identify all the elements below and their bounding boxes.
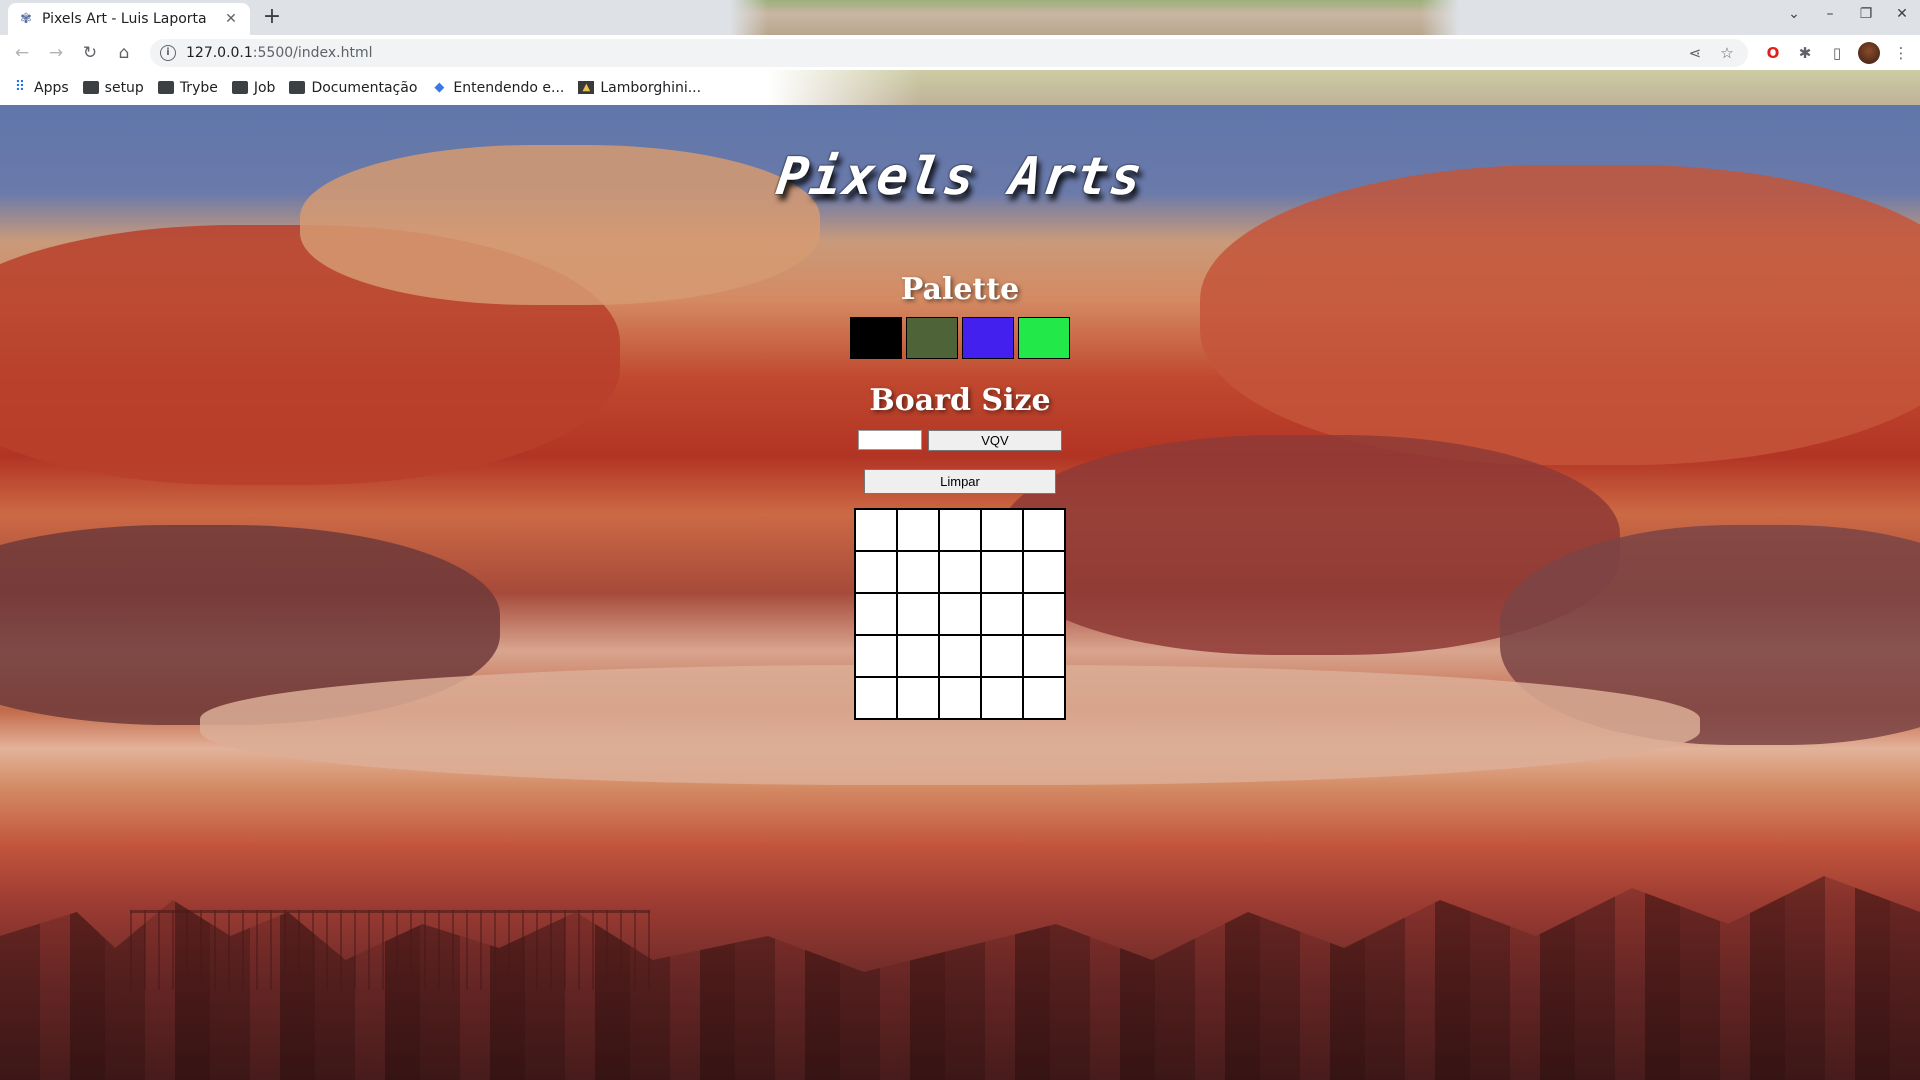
pixel-cell[interactable]	[1023, 634, 1065, 677]
back-icon[interactable]: ←	[8, 39, 36, 67]
share-icon[interactable]: ⋖	[1684, 44, 1706, 62]
profile-avatar[interactable]	[1858, 41, 1880, 64]
folder-icon	[82, 81, 99, 94]
pixel-cell[interactable]	[897, 508, 939, 551]
bookmark-label: Job	[253, 79, 276, 96]
side-panel-icon[interactable]: ▯	[1826, 42, 1848, 64]
palette-color-blue[interactable]	[962, 316, 1014, 359]
url-path: :5500/index.html	[252, 44, 373, 61]
pixel-cell[interactable]	[855, 508, 897, 551]
minimize-icon[interactable]: –	[1820, 6, 1840, 22]
pixel-cell[interactable]	[981, 592, 1023, 635]
pixel-cell[interactable]	[1023, 508, 1065, 551]
reload-icon[interactable]: ↻	[76, 39, 104, 67]
car-icon: ▲	[578, 81, 595, 94]
bookmark-trybe[interactable]: Trybe	[157, 79, 218, 96]
pixel-cell[interactable]	[855, 634, 897, 677]
window-controls: ⌄ – ❐ ✕	[1784, 6, 1912, 22]
new-tab-button[interactable]: +	[260, 6, 284, 30]
pixel-cell[interactable]	[897, 550, 939, 593]
pixel-cell[interactable]	[939, 634, 981, 677]
bookmark-entendendo[interactable]: ◆ Entendendo e...	[431, 80, 564, 96]
bookmark-setup[interactable]: setup	[82, 79, 144, 96]
palette-color-olive[interactable]	[906, 316, 958, 359]
tab-strip: ✾ Pixels Art - Luis Laporta ✕ + ⌄ – ❐ ✕	[0, 0, 1920, 35]
pixel-cell[interactable]	[939, 592, 981, 635]
close-tab-icon[interactable]: ✕	[222, 10, 240, 28]
pixel-cell[interactable]	[939, 508, 981, 551]
bookmark-label: Entendendo e...	[453, 79, 565, 96]
cube-icon: ◆	[434, 80, 445, 95]
folder-icon	[231, 81, 248, 94]
browser-tab-active[interactable]: ✾ Pixels Art - Luis Laporta ✕	[8, 3, 250, 35]
browser-toolbar: ← → ↻ ⌂ i 127.0.0.1:5500/index.html ⋖ ☆ …	[0, 35, 1920, 70]
color-palette	[850, 316, 1070, 359]
bookmark-lamborghini[interactable]: ▲ Lamborghini...	[578, 80, 701, 96]
forward-icon[interactable]: →	[42, 39, 70, 67]
bookmark-label: Lamborghini...	[600, 79, 702, 96]
browser-chrome: ✾ Pixels Art - Luis Laporta ✕ + ⌄ – ❐ ✕ …	[0, 0, 1920, 105]
url-text: 127.0.0.1:5500/index.html	[186, 45, 1674, 61]
tab-title: Pixels Art - Luis Laporta	[42, 11, 207, 27]
board-size-controls: VQV	[858, 429, 1062, 451]
generate-board-button[interactable]: VQV	[928, 429, 1062, 451]
palette-color-green[interactable]	[1018, 316, 1070, 359]
pixel-cell[interactable]	[1023, 550, 1065, 593]
bookmark-star-icon[interactable]: ☆	[1716, 44, 1738, 62]
bridge-silhouette	[130, 910, 650, 990]
bookmark-job[interactable]: Job	[231, 79, 276, 96]
opera-extension-icon[interactable]: O	[1762, 42, 1784, 64]
bookmark-label: setup	[104, 79, 144, 96]
pixel-board	[854, 507, 1066, 720]
pixel-cell[interactable]	[981, 550, 1023, 593]
bookmark-apps[interactable]: ⠿ Apps	[12, 80, 69, 96]
address-bar[interactable]: i 127.0.0.1:5500/index.html ⋖ ☆	[150, 38, 1748, 67]
palette-heading: Palette	[900, 271, 1020, 307]
pixel-cell[interactable]	[897, 676, 939, 719]
folder-icon	[289, 81, 306, 94]
pixel-cell[interactable]	[939, 550, 981, 593]
restore-icon[interactable]: ❐	[1856, 6, 1876, 22]
bookmark-documentacao[interactable]: Documentação	[289, 80, 417, 96]
pixel-cell[interactable]	[1023, 676, 1065, 719]
close-window-icon[interactable]: ✕	[1892, 6, 1912, 22]
main-content: Pixels Arts Palette Board Size VQV Limpa…	[0, 105, 1920, 720]
pixel-cell[interactable]	[981, 634, 1023, 677]
pixel-cell[interactable]	[939, 676, 981, 719]
puzzle-extensions-icon[interactable]: ✱	[1794, 42, 1816, 64]
pixel-cell[interactable]	[981, 676, 1023, 719]
bookmarks-bar: ⠿ Apps setup Trybe Job Documentação ◆ En…	[0, 70, 1920, 105]
bookmark-label: Apps	[34, 79, 69, 96]
tab-search-icon[interactable]: ⌄	[1784, 6, 1804, 22]
pixel-cell[interactable]	[897, 592, 939, 635]
pixel-cell[interactable]	[855, 550, 897, 593]
board-size-heading: Board Size	[869, 382, 1051, 418]
page-title: Pixels Arts	[772, 147, 1148, 207]
home-icon[interactable]: ⌂	[110, 39, 138, 67]
clear-board-button[interactable]: Limpar	[864, 468, 1056, 494]
favicon-icon: ✾	[20, 11, 32, 27]
apps-grid-icon: ⠿	[14, 79, 26, 95]
pixel-cell[interactable]	[855, 592, 897, 635]
url-host: 127.0.0.1	[186, 44, 253, 61]
menu-kebab-icon[interactable]: ⋮	[1890, 42, 1912, 64]
site-info-icon[interactable]: i	[160, 44, 176, 61]
page-viewport: Pixels Arts Palette Board Size VQV Limpa…	[0, 105, 1920, 1080]
board-size-input[interactable]	[858, 430, 922, 451]
pixel-cell[interactable]	[1023, 592, 1065, 635]
bookmark-label: Documentação	[311, 79, 418, 96]
pixel-cell[interactable]	[855, 676, 897, 719]
palette-color-black[interactable]	[850, 316, 902, 359]
pixel-cell[interactable]	[897, 634, 939, 677]
bookmark-label: Trybe	[179, 79, 218, 96]
extensions-area: O ✱ ▯ ⋮	[1762, 41, 1912, 64]
pixel-cell[interactable]	[981, 508, 1023, 551]
folder-icon	[157, 81, 174, 94]
